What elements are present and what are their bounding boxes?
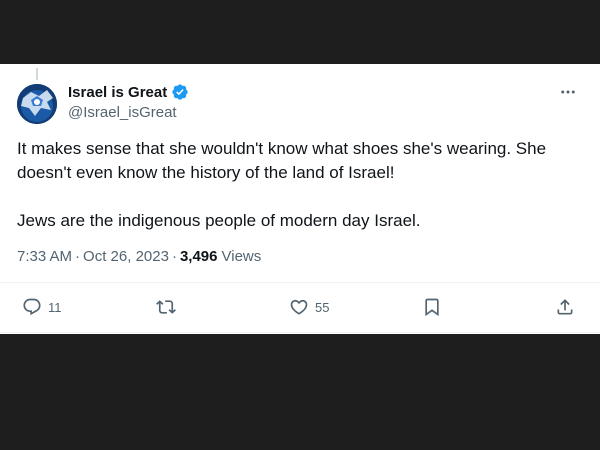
share-icon (557, 299, 573, 315)
heart-icon (290, 299, 308, 315)
like-count: 55 (315, 299, 330, 315)
reply-icon (23, 298, 41, 316)
meta-separator: · (171, 248, 177, 265)
views-label: Views (221, 248, 262, 265)
tweet-date[interactable]: Oct 26, 2023 (83, 248, 169, 265)
tweet-text: It makes sense that she wouldn't know wh… (17, 137, 583, 233)
thread-line (36, 68, 38, 80)
avatar[interactable] (17, 84, 57, 124)
reply-count: 11 (48, 299, 62, 315)
author-display-name[interactable]: Israel is Great (68, 84, 167, 101)
views-count: 3,496 (179, 248, 218, 265)
avatar-image (17, 84, 57, 124)
bookmark-button[interactable] (422, 297, 442, 317)
meta-separator: · (75, 248, 81, 265)
action-bar: 11 55 (0, 283, 600, 333)
author-name-row[interactable]: Israel is Great (68, 83, 189, 101)
reply-button[interactable]: 11 (22, 297, 62, 317)
author-handle[interactable]: @Israel_isGreat (68, 104, 177, 121)
repost-icon (156, 300, 176, 314)
verified-badge-icon (172, 84, 188, 100)
tweet-time[interactable]: 7:33 AM (17, 248, 72, 265)
tweet-paragraph: Jews are the indigenous people of modern… (17, 211, 421, 230)
tweet-meta: 7:33 AM · Oct 26, 2023 · 3,496 Views (17, 248, 261, 265)
repost-button[interactable] (156, 297, 182, 317)
more-horizontal-icon (561, 90, 575, 94)
tweet-paragraph: It makes sense that she wouldn't know wh… (17, 139, 547, 182)
more-options-button[interactable] (556, 82, 580, 102)
share-button[interactable] (555, 297, 575, 317)
bookmark-icon (425, 298, 439, 317)
like-button[interactable]: 55 (289, 297, 329, 317)
